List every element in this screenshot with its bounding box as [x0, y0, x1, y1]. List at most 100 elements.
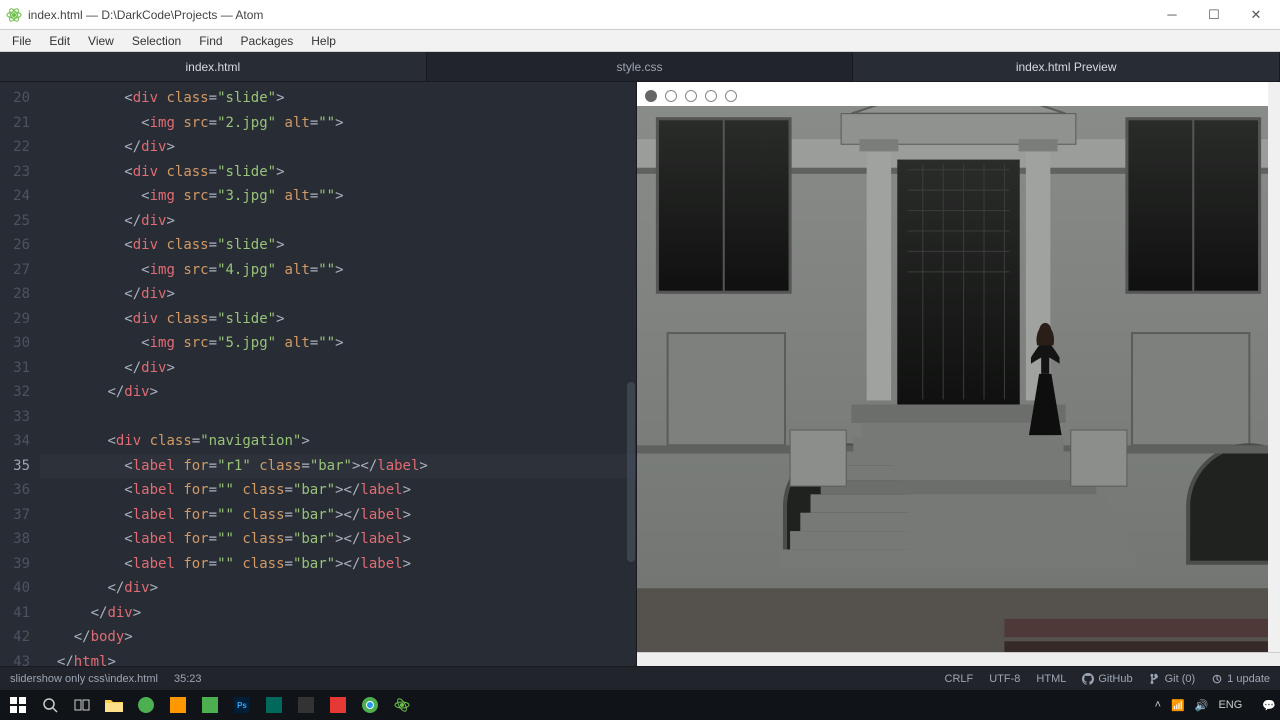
task-view-icon[interactable]: [68, 691, 96, 719]
code-line[interactable]: </div>: [40, 380, 636, 405]
taskbar-atom-icon[interactable]: [388, 691, 416, 719]
tab-2[interactable]: index.html Preview: [853, 52, 1280, 81]
menu-view[interactable]: View: [80, 32, 122, 50]
taskbar-app-3[interactable]: [196, 691, 224, 719]
line-number: 36: [4, 478, 30, 503]
code-line[interactable]: <div class="slide">: [40, 86, 636, 111]
code-line[interactable]: </body>: [40, 625, 636, 650]
menu-file[interactable]: File: [4, 32, 39, 50]
preview-horizontal-scrollbar[interactable]: [637, 652, 1280, 666]
line-number: 29: [4, 307, 30, 332]
code-line[interactable]: </div>: [40, 282, 636, 307]
code-line[interactable]: <img src="4.jpg" alt="">: [40, 258, 636, 283]
maximize-button[interactable]: ☐: [1202, 3, 1226, 27]
line-number: 39: [4, 552, 30, 577]
editor-scrollbar[interactable]: [626, 82, 636, 666]
line-number: 31: [4, 356, 30, 381]
preview-content[interactable]: [637, 82, 1280, 666]
line-number: 42: [4, 625, 30, 650]
code-line[interactable]: <label for="r1" class="bar"></label>: [40, 454, 636, 479]
status-updates[interactable]: 1 update: [1211, 673, 1270, 685]
line-number: 33: [4, 405, 30, 430]
file-explorer-icon[interactable]: [100, 691, 128, 719]
code-line[interactable]: <div class="navigation">: [40, 429, 636, 454]
tray-network-icon[interactable]: 📶: [1171, 699, 1185, 712]
code-line[interactable]: <div class="slide">: [40, 233, 636, 258]
tray-notifications-icon[interactable]: 💬: [1262, 699, 1276, 712]
line-number: 40: [4, 576, 30, 601]
slider-navigation: [645, 90, 737, 102]
code-line[interactable]: </div>: [40, 601, 636, 626]
taskbar-app-7[interactable]: [324, 691, 352, 719]
tray-volume-icon[interactable]: 🔊: [1195, 699, 1209, 712]
line-number: 26: [4, 233, 30, 258]
status-eol[interactable]: CRLF: [945, 673, 974, 685]
line-number: 22: [4, 135, 30, 160]
editor-pane[interactable]: 2021222324252627282930313233343536373839…: [0, 82, 636, 666]
status-cursor[interactable]: 35:23: [174, 673, 202, 685]
line-number: 34: [4, 429, 30, 454]
code-line[interactable]: <label for="" class="bar"></label>: [40, 527, 636, 552]
preview-vertical-scrollbar[interactable]: [1268, 82, 1280, 652]
code-line[interactable]: <img src="5.jpg" alt="">: [40, 331, 636, 356]
taskbar-app-1[interactable]: [132, 691, 160, 719]
preview-pane: [636, 82, 1280, 666]
taskbar-app-2[interactable]: [164, 691, 192, 719]
nav-dot[interactable]: [705, 90, 717, 102]
menu-packages[interactable]: Packages: [233, 32, 302, 50]
line-number: 20: [4, 86, 30, 111]
code-line[interactable]: </div>: [40, 356, 636, 381]
code-line[interactable]: <img src="2.jpg" alt="">: [40, 111, 636, 136]
taskbar-app-5[interactable]: [260, 691, 288, 719]
nav-dot[interactable]: [725, 90, 737, 102]
line-number: 32: [4, 380, 30, 405]
menu-find[interactable]: Find: [191, 32, 230, 50]
code-line[interactable]: <div class="slide">: [40, 160, 636, 185]
code-line[interactable]: </div>: [40, 209, 636, 234]
close-button[interactable]: ✕: [1244, 3, 1268, 27]
github-icon: [1082, 673, 1094, 685]
taskbar-app-4[interactable]: Ps: [228, 691, 256, 719]
status-git[interactable]: Git (0): [1149, 673, 1196, 685]
code-line[interactable]: <label for="" class="bar"></label>: [40, 503, 636, 528]
line-number: 30: [4, 331, 30, 356]
code-line[interactable]: </div>: [40, 135, 636, 160]
code-line[interactable]: [40, 405, 636, 430]
code-area[interactable]: <div class="slide"> <img src="2.jpg" alt…: [40, 82, 636, 666]
tray-chevron-up-icon[interactable]: ˄: [1155, 699, 1161, 711]
nav-dot[interactable]: [665, 90, 677, 102]
tab-0[interactable]: index.html: [0, 52, 427, 81]
search-icon[interactable]: [36, 691, 64, 719]
system-tray[interactable]: ˄ 📶 🔊 ENG 💬: [1155, 699, 1276, 712]
status-github[interactable]: GitHub: [1082, 673, 1132, 685]
code-line[interactable]: </div>: [40, 576, 636, 601]
line-number: 38: [4, 527, 30, 552]
menu-edit[interactable]: Edit: [41, 32, 78, 50]
line-number: 41: [4, 601, 30, 626]
code-line[interactable]: <label for="" class="bar"></label>: [40, 552, 636, 577]
titlebar: index.html — D:\DarkCode\Projects — Atom…: [0, 0, 1280, 30]
tab-1[interactable]: style.css: [427, 52, 854, 81]
taskbar-app-6[interactable]: [292, 691, 320, 719]
status-path[interactable]: slidershow only css\index.html: [10, 673, 158, 685]
tray-language[interactable]: ENG: [1218, 699, 1242, 711]
code-line[interactable]: <img src="3.jpg" alt="">: [40, 184, 636, 209]
nav-dot[interactable]: [645, 90, 657, 102]
status-encoding[interactable]: UTF-8: [989, 673, 1020, 685]
line-number: 24: [4, 184, 30, 209]
start-button[interactable]: [4, 691, 32, 719]
status-language[interactable]: HTML: [1036, 673, 1066, 685]
code-line[interactable]: <div class="slide">: [40, 307, 636, 332]
line-number: 28: [4, 282, 30, 307]
nav-dot[interactable]: [685, 90, 697, 102]
menu-selection[interactable]: Selection: [124, 32, 189, 50]
line-number: 23: [4, 160, 30, 185]
code-line[interactable]: <label for="" class="bar"></label>: [40, 478, 636, 503]
menu-help[interactable]: Help: [303, 32, 344, 50]
code-line[interactable]: </html>: [40, 650, 636, 667]
menubar: FileEditViewSelectionFindPackagesHelp: [0, 30, 1280, 52]
taskbar-chrome-icon[interactable]: [356, 691, 384, 719]
line-number: 35: [4, 454, 30, 479]
minimize-button[interactable]: ─: [1160, 3, 1184, 27]
taskbar: Ps ˄ 📶 🔊 ENG 💬: [0, 690, 1280, 720]
